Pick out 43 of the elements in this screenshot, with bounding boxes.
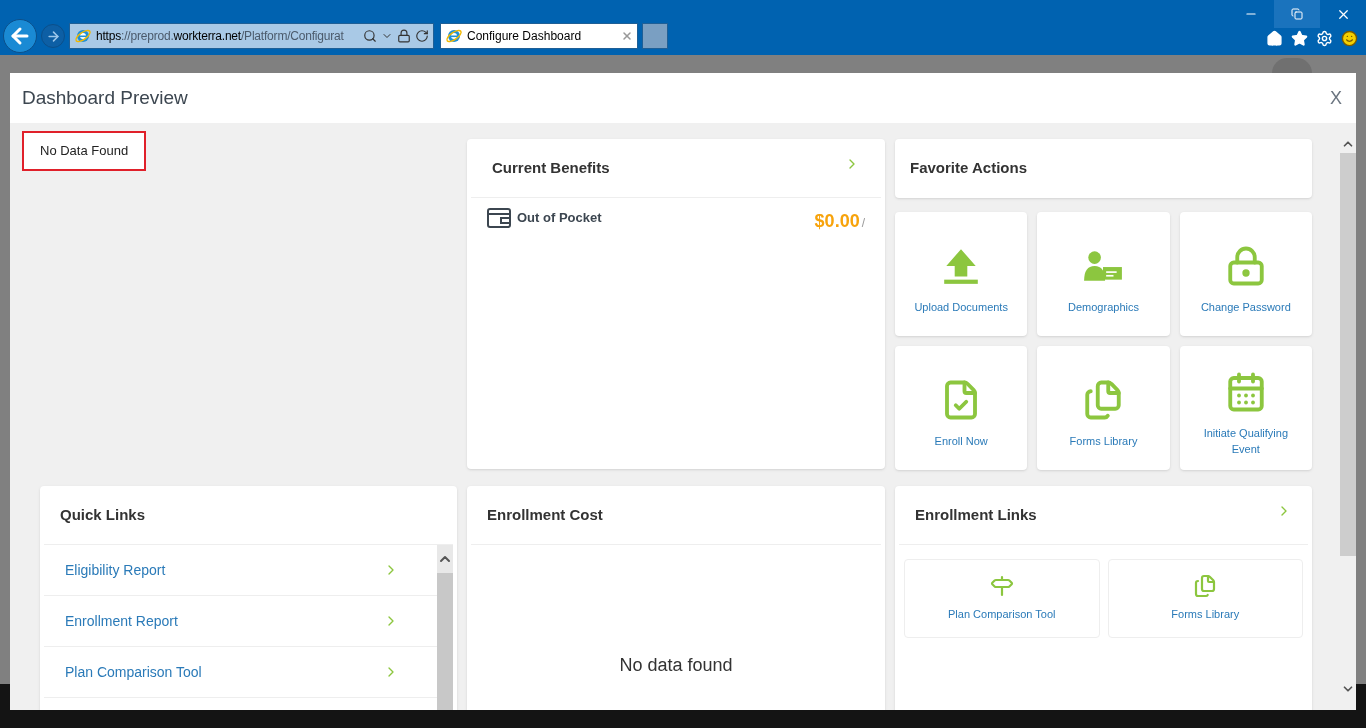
action-tile[interactable]: Demographics [1037, 212, 1170, 336]
action-tile[interactable]: Change Password [1179, 212, 1312, 336]
action-tile[interactable]: Forms Library [1037, 346, 1170, 470]
empty-message: No data found [619, 654, 733, 677]
wallet-icon [487, 208, 511, 228]
benefit-label: Out of Pocket [517, 209, 602, 228]
tab-title: Configure Dashboard [467, 28, 583, 45]
address-bar[interactable]: https://preprod.workterra.net/Platform/Configurat [69, 23, 434, 49]
action-tile[interactable]: Initiate Qualifying Event [1179, 346, 1312, 470]
refresh-icon[interactable] [415, 29, 429, 43]
url-text: https://preprod.workterra.net/Platform/Configurat [96, 28, 345, 45]
benefit-amount: $0.00 [814, 210, 860, 233]
signpost-icon [989, 574, 1014, 599]
search-icon[interactable] [363, 29, 377, 43]
avatar-icon [1272, 58, 1312, 73]
card-title: Current Benefits [492, 157, 610, 178]
favorites-star-icon[interactable] [1291, 30, 1308, 47]
card-title: Enrollment Links [915, 504, 1037, 525]
home-icon[interactable] [1266, 30, 1283, 47]
card-title: Favorite Actions [910, 158, 1027, 179]
scrollbar[interactable] [437, 545, 453, 710]
close-tab-icon[interactable] [621, 30, 633, 42]
link-tile[interactable]: Forms Library [1107, 559, 1303, 638]
back-button[interactable] [3, 19, 37, 53]
action-tile[interactable]: Upload Documents [895, 212, 1028, 336]
browser-logo-icon [445, 27, 463, 45]
amount-separator: / [861, 215, 865, 232]
smiley-icon[interactable] [1341, 30, 1358, 47]
dialog-title: Dashboard Preview [22, 85, 188, 110]
action-tile[interactable]: Enroll Now [895, 346, 1028, 470]
forward-button[interactable] [41, 24, 65, 48]
settings-icon[interactable] [1316, 30, 1333, 47]
new-tab-button[interactable] [642, 23, 668, 49]
browser-tab[interactable]: Configure Dashboard [440, 23, 638, 49]
no-data-notice: No Data Found [22, 131, 147, 171]
card-title: Enrollment Cost [487, 504, 603, 525]
lock-icon [397, 29, 411, 43]
browser-logo-icon [74, 27, 92, 45]
card-title: Quick Links [60, 504, 146, 525]
close-button[interactable]: X [1330, 84, 1344, 112]
documents-icon [1193, 574, 1218, 599]
restore-icon [1291, 8, 1303, 20]
link-tile[interactable]: Plan Comparison Tool [904, 559, 1100, 638]
